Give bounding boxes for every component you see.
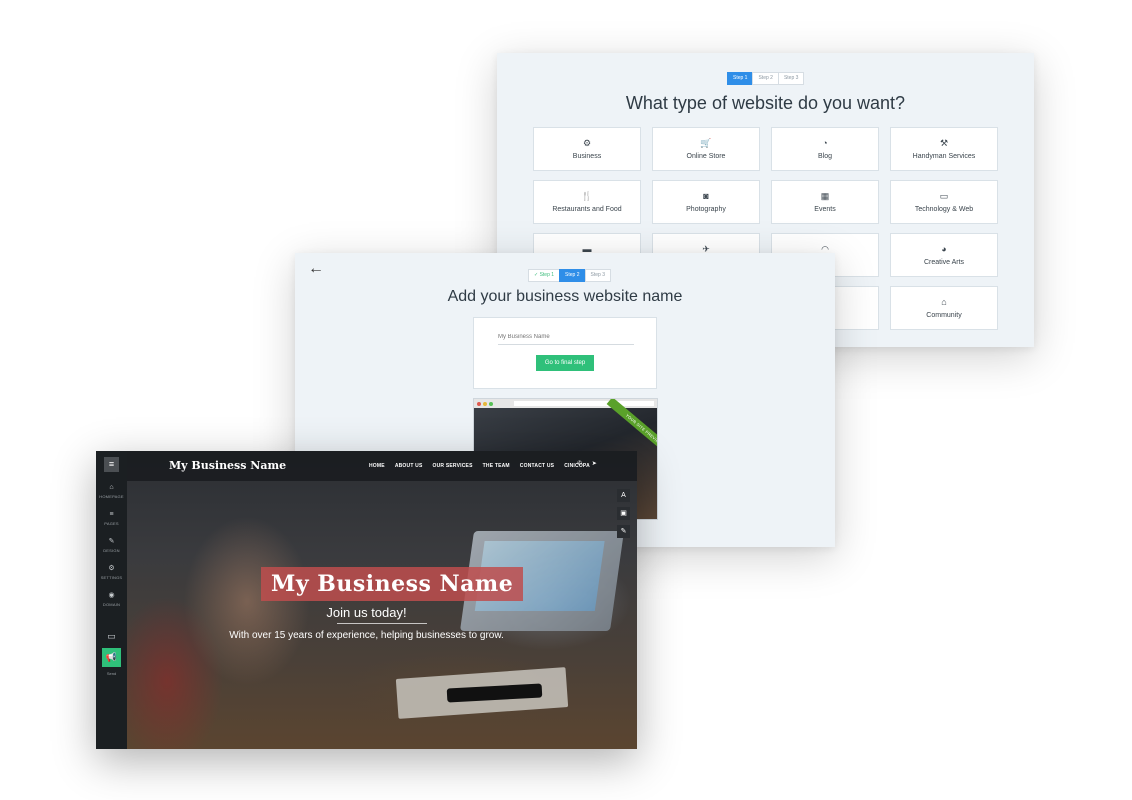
website-type-label: Community xyxy=(926,312,962,319)
window-maximize-dot xyxy=(489,402,493,406)
nav-home[interactable]: HOME xyxy=(369,463,385,469)
website-type-label: Online Store xyxy=(686,153,726,160)
website-type-tile[interactable]: ▦ Events xyxy=(771,180,879,224)
building-icon: ⌂ xyxy=(941,297,947,307)
send-label: Send xyxy=(106,671,117,676)
business-name-input[interactable] xyxy=(498,329,634,345)
text-tool-icon[interactable]: A xyxy=(617,489,630,502)
nav-contact-us[interactable]: CONTACT US xyxy=(520,463,554,469)
nav-the-team[interactable]: THE TEAM xyxy=(483,463,510,469)
image-tool-icon[interactable]: ▣ xyxy=(617,507,630,520)
url-bar xyxy=(514,401,654,406)
hero-subtitle[interactable]: Join us today! xyxy=(96,605,637,620)
website-type-label: Creative Arts xyxy=(923,259,965,266)
sidebar-item-label: DESIGN xyxy=(103,548,120,553)
sidebar-item-pages[interactable]: ≡ PAGES xyxy=(96,511,127,526)
rss-icon: ◔ xyxy=(822,138,828,148)
palette-icon: ◕ xyxy=(941,244,947,254)
sidebar-item-label: HOMEPAGE xyxy=(99,494,124,499)
website-type-label: Business xyxy=(572,153,602,160)
step-3-tab[interactable]: Step 3 xyxy=(584,269,611,282)
menu-icon[interactable]: ≡ xyxy=(104,457,119,472)
megaphone-icon[interactable]: 📢 xyxy=(102,648,121,667)
editor-sidebar: ≡ ⌂ HOMEPAGE ≡ PAGES ✎ DESIGN ⚙ SETTINGS ◉ DOMAIN… xyxy=(96,451,127,749)
website-type-tile[interactable]: ⚙ Business xyxy=(533,127,641,171)
website-type-label: Handyman Services xyxy=(912,153,976,160)
sidebar-item-label: SETTINGS xyxy=(100,575,123,580)
window-minimize-dot xyxy=(483,402,487,406)
desktop-preview-icon[interactable]: ▭ xyxy=(96,631,127,642)
step-3-tab[interactable]: Step 3 xyxy=(777,72,805,85)
cart-icon: 🛒 xyxy=(700,138,712,148)
step-1-tab[interactable]: ✓ Step 1 xyxy=(528,269,561,282)
briefcase-icon: ⚙ xyxy=(582,138,592,148)
sidebar-item-design[interactable]: ✎ DESIGN xyxy=(96,538,127,553)
step-2-tab[interactable]: Step 2 xyxy=(559,269,586,282)
cutlery-icon: 🍴 xyxy=(581,191,593,201)
website-type-tile[interactable]: ◕ Creative Arts xyxy=(890,233,998,277)
step-indicator: Step 1 Step 2 Step 3 xyxy=(727,72,805,85)
website-type-tile[interactable]: ◔ Blog xyxy=(771,127,879,171)
monitor-icon: ▭ xyxy=(939,191,949,201)
step-indicator: ✓ Step 1 Step 2 Step 3 xyxy=(528,269,611,282)
calendar-icon: ▦ xyxy=(820,191,830,201)
website-type-tile[interactable]: ⌂ Community xyxy=(890,286,998,330)
website-type-tile[interactable]: ◙ Photography xyxy=(652,180,760,224)
hero-title[interactable]: My Business Name xyxy=(261,567,524,601)
sidebar-item-label: PAGES xyxy=(104,521,119,526)
hero-description[interactable]: With over 15 years of experience, helpin… xyxy=(96,630,637,641)
brush-tool-icon[interactable]: ✎ xyxy=(617,525,630,538)
back-arrow-icon[interactable]: ← xyxy=(308,261,324,277)
website-type-tile[interactable]: 🛒 Online Store xyxy=(652,127,760,171)
step-2-tab[interactable]: Step 2 xyxy=(752,72,779,85)
step-1-tab[interactable]: Step 1 xyxy=(727,72,754,85)
website-type-label: Events xyxy=(814,206,836,213)
business-name-title: Add your business website name xyxy=(447,288,683,305)
nav-our-services[interactable]: OUR SERVICES xyxy=(433,463,473,469)
site-header: My Business Name HOME ABOUT US OUR SERVI… xyxy=(127,451,637,481)
hero-divider xyxy=(337,623,427,624)
site-logo[interactable]: My Business Name xyxy=(169,459,286,472)
website-type-tile[interactable]: 🍴 Restaurants and Food xyxy=(533,180,641,224)
sidebar-item-settings[interactable]: ⚙ SETTINGS xyxy=(96,565,127,580)
business-name-form: Go to final step xyxy=(473,317,657,389)
sidebar-item-label: DOMAIN xyxy=(102,602,121,607)
sidebar-item-domain[interactable]: ◉ DOMAIN xyxy=(96,592,127,607)
wrench-icon: ⚒ xyxy=(939,138,949,148)
website-type-tile[interactable]: ⚒ Handyman Services xyxy=(890,127,998,171)
nav-about-us[interactable]: ABOUT US xyxy=(395,463,423,469)
camera-icon: ◙ xyxy=(703,191,709,201)
website-type-label: Technology & Web xyxy=(914,206,974,213)
browser-bar xyxy=(474,399,657,408)
website-type-label: Photography xyxy=(686,206,726,213)
globe-icon: ◉ xyxy=(108,592,115,599)
nav-icons: ✆ ➤ xyxy=(577,460,605,467)
home-icon: ⌂ xyxy=(109,484,114,491)
site-editor: ≡ ⌂ HOMEPAGE ≡ PAGES ✎ DESIGN ⚙ SETTINGS ◉ DOMAIN… xyxy=(96,451,637,749)
brush-icon: ✎ xyxy=(108,538,115,545)
sidebar-item-homepage[interactable]: ⌂ HOMEPAGE xyxy=(96,484,127,499)
location-arrow-icon[interactable]: ➤ xyxy=(592,461,597,467)
pages-icon: ≡ xyxy=(109,511,114,518)
go-to-final-step-button[interactable]: Go to final step xyxy=(536,355,594,371)
website-type-title: What type of website do you want? xyxy=(625,93,906,113)
phone-icon[interactable]: ✆ xyxy=(577,461,582,467)
site-nav: HOME ABOUT US OUR SERVICES THE TEAM CONT… xyxy=(369,463,600,469)
gear-icon: ⚙ xyxy=(108,565,115,572)
window-close-dot xyxy=(477,402,481,406)
website-type-label: Restaurants and Food xyxy=(552,206,622,213)
website-type-tile[interactable]: ▭ Technology & Web xyxy=(890,180,998,224)
website-type-label: Blog xyxy=(817,153,832,160)
